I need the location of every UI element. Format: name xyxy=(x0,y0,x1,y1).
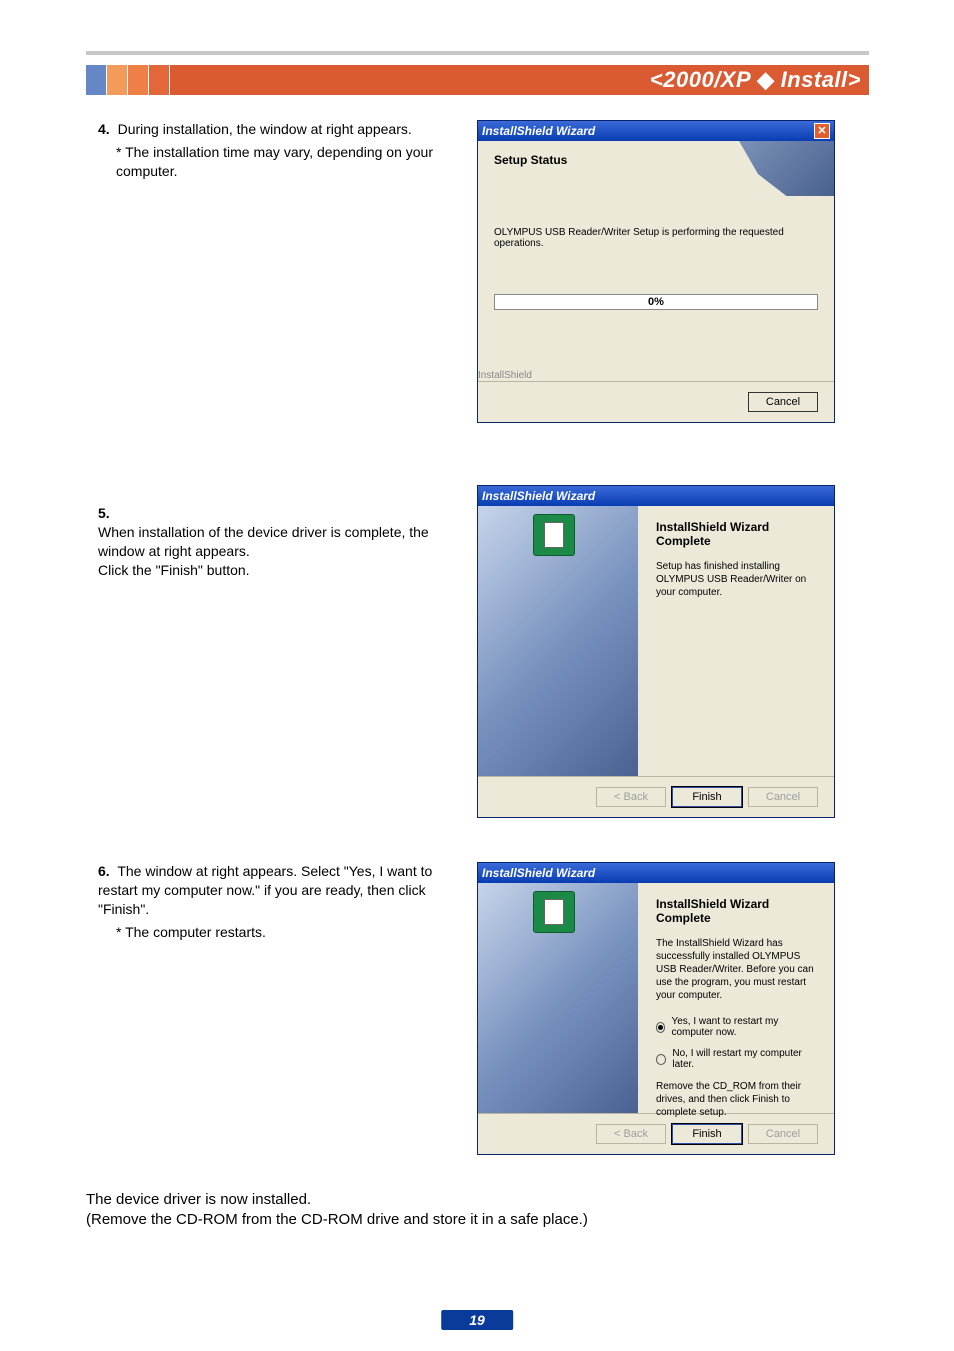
graphic-icon xyxy=(739,141,834,196)
window-title: InstallShield Wizard xyxy=(482,866,595,880)
cancel-button: Cancel xyxy=(748,787,818,807)
header-ornament xyxy=(86,65,190,95)
window-title: InstallShield Wizard xyxy=(482,489,595,503)
button-row: Cancel xyxy=(478,381,834,422)
header-box xyxy=(86,65,106,95)
installer-icon xyxy=(533,514,575,556)
header-box xyxy=(107,65,127,95)
header-box xyxy=(128,65,148,95)
installer-window-restart: InstallShield Wizard InstallShield Wizar… xyxy=(477,862,835,1155)
button-row: < Back Finish Cancel xyxy=(478,1113,834,1154)
radio-label: Yes, I want to restart my computer now. xyxy=(671,1016,816,1038)
page-number: 19 xyxy=(441,1310,513,1330)
setup-message: OLYMPUS USB Reader/Writer Setup is perfo… xyxy=(494,227,818,249)
step-5: 5. When installation of the device drive… xyxy=(98,485,468,579)
step-note: * The computer restarts. xyxy=(116,923,468,942)
complete-message: The InstallShield Wizard has successfull… xyxy=(656,937,816,1002)
diamond-icon: ◆ xyxy=(757,67,774,93)
installer-window-complete: InstallShield Wizard InstallShield Wizar… xyxy=(477,485,835,818)
installer-icon xyxy=(533,891,575,933)
button-row: < Back Finish Cancel xyxy=(478,776,834,817)
top-divider xyxy=(86,51,869,55)
step-body: When installation of the device driver i… xyxy=(98,524,429,578)
progress-value: 0% xyxy=(648,296,664,308)
window-body: InstallShield Wizard Complete The Instal… xyxy=(478,883,834,1113)
radio-restart-later[interactable]: No, I will restart my computer later. xyxy=(656,1048,816,1070)
complete-message: Setup has finished installing OLYMPUS US… xyxy=(656,560,816,599)
window-body: InstallShield Wizard Complete Setup has … xyxy=(478,506,834,776)
side-graphic xyxy=(478,506,638,776)
step-body: The window at right appears. Select "Yes… xyxy=(98,863,432,917)
complete-heading: InstallShield Wizard Complete xyxy=(656,520,816,548)
conclusion-line-1: The device driver is now installed. xyxy=(86,1190,686,1210)
step-text: 6. The window at right appears. Select "… xyxy=(98,862,468,919)
radio-label: No, I will restart my computer later. xyxy=(672,1048,816,1070)
restart-note: Remove the CD_ROM from their drives, and… xyxy=(656,1080,816,1119)
header-box xyxy=(170,65,190,95)
step-number: 5. xyxy=(98,505,110,521)
titlebar: InstallShield Wizard xyxy=(478,863,834,883)
page-title: <2000/XP ◆ Install> xyxy=(190,65,869,95)
progress-bar: 0% xyxy=(494,294,818,310)
right-pane: InstallShield Wizard Complete The Instal… xyxy=(638,883,834,1113)
window-body: Setup Status OLYMPUS USB Reader/Writer S… xyxy=(478,141,834,381)
titlebar: InstallShield Wizard xyxy=(478,486,834,506)
step-number: 6. xyxy=(98,863,110,879)
side-graphic xyxy=(478,883,638,1113)
cancel-button[interactable]: Cancel xyxy=(748,392,818,412)
install-shield-tag: InstallShield xyxy=(478,370,818,381)
close-icon[interactable]: ✕ xyxy=(814,123,830,139)
step-number: 4. xyxy=(98,121,110,137)
installer-window-progress: InstallShield Wizard ✕ Setup Status OLYM… xyxy=(477,120,835,423)
header-prefix: <2000/XP xyxy=(650,67,751,93)
step-body: During installation, the window at right… xyxy=(118,121,412,137)
back-button: < Back xyxy=(596,1124,666,1144)
complete-heading: InstallShield Wizard Complete xyxy=(656,897,816,925)
step-text: 4. During installation, the window at ri… xyxy=(98,120,468,139)
window-title: InstallShield Wizard xyxy=(482,124,595,138)
radio-restart-now[interactable]: Yes, I want to restart my computer now. xyxy=(656,1016,816,1038)
back-button: < Back xyxy=(596,787,666,807)
page-header: <2000/XP ◆ Install> xyxy=(86,65,869,95)
radio-icon[interactable] xyxy=(656,1022,665,1033)
cancel-button: Cancel xyxy=(748,1124,818,1144)
step-note: * The installation time may vary, depend… xyxy=(116,143,468,181)
titlebar: InstallShield Wizard ✕ xyxy=(478,121,834,141)
header-suffix: Install> xyxy=(781,67,861,93)
step-6: 6. The window at right appears. Select "… xyxy=(98,862,468,942)
step-4: 4. During installation, the window at ri… xyxy=(98,120,468,181)
right-pane: InstallShield Wizard Complete Setup has … xyxy=(638,506,834,776)
conclusion-line-2: (Remove the CD-ROM from the CD-ROM drive… xyxy=(86,1210,686,1230)
radio-icon[interactable] xyxy=(656,1054,666,1065)
conclusion: The device driver is now installed. (Rem… xyxy=(86,1190,686,1231)
finish-button[interactable]: Finish xyxy=(672,1124,742,1144)
finish-button[interactable]: Finish xyxy=(672,787,742,807)
header-box xyxy=(149,65,169,95)
